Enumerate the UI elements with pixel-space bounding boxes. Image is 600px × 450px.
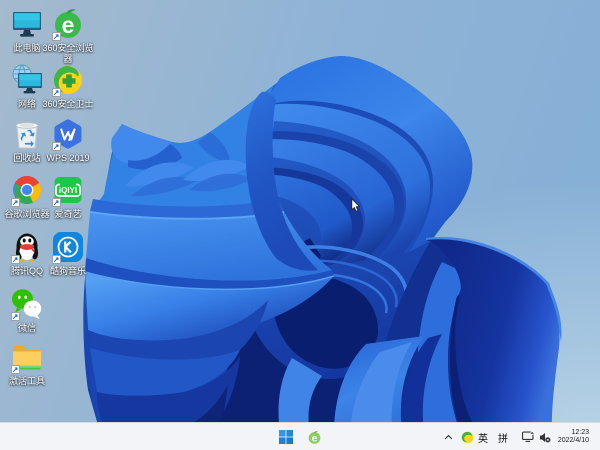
svg-text:e: e — [62, 12, 75, 38]
svg-text:iQIYI: iQIYI — [59, 186, 77, 195]
svg-text:e: e — [311, 433, 317, 444]
